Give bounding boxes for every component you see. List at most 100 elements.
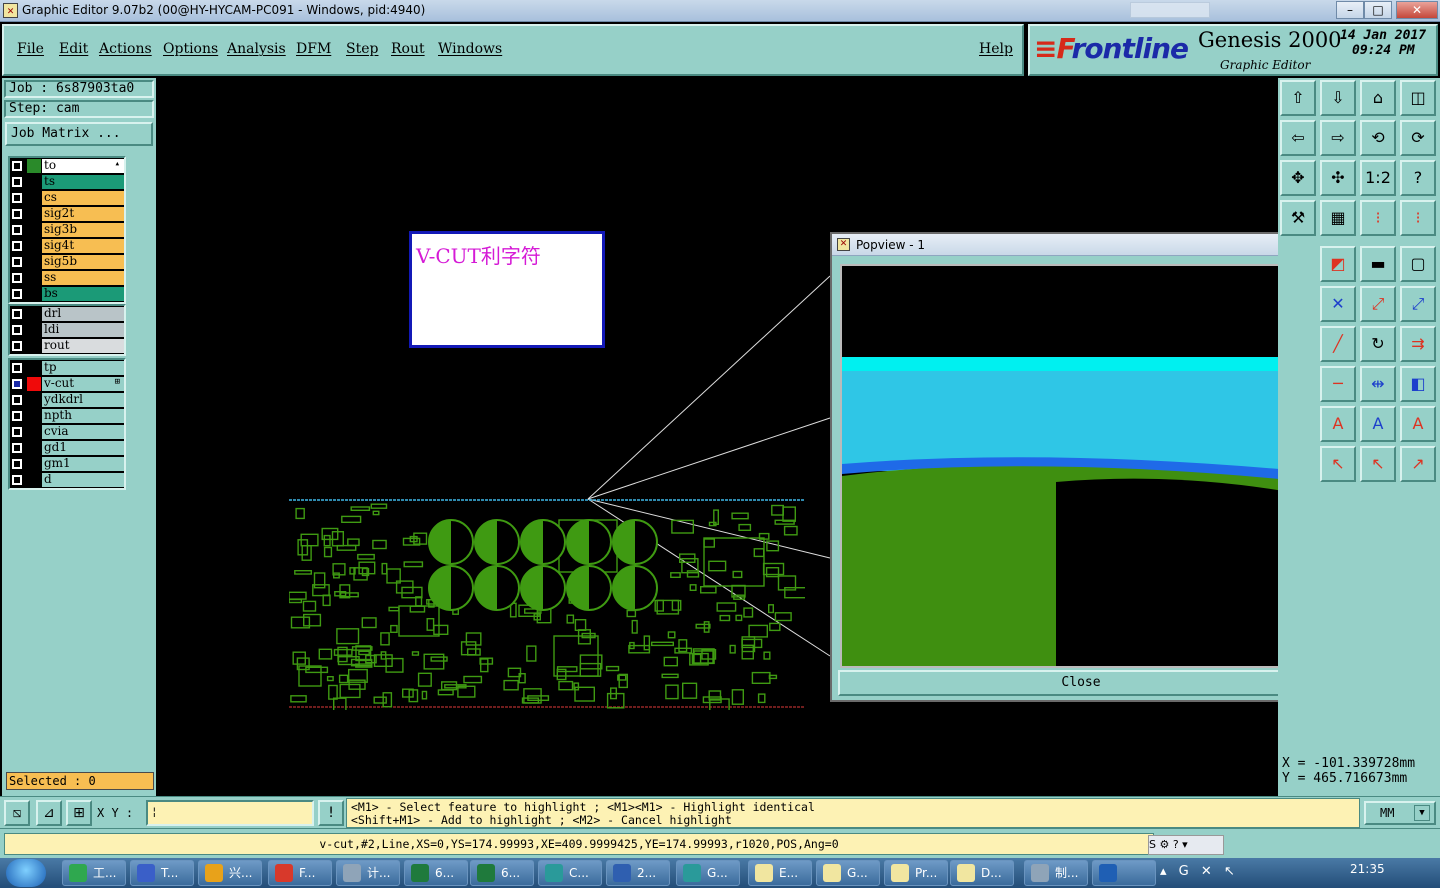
layer-row-to[interactable]: to ▴ xyxy=(10,158,124,174)
menu-dfm[interactable]: DFM xyxy=(296,41,331,57)
move-icon[interactable]: ✕ xyxy=(1320,286,1356,322)
layer-name[interactable]: sig3b xyxy=(42,223,124,237)
shapes-icon[interactable]: ◧ xyxy=(1400,366,1436,402)
layer-row-ts[interactable]: ts xyxy=(10,174,124,190)
arrow-a-icon[interactable]: A xyxy=(1320,406,1356,442)
menu-help[interactable]: Help xyxy=(979,41,1013,57)
help-icon[interactable]: ? xyxy=(1400,160,1436,196)
layer-color-swatch[interactable] xyxy=(27,393,41,407)
layer-color-swatch[interactable] xyxy=(27,207,41,221)
flip-icon[interactable]: ⇉ xyxy=(1400,326,1436,362)
menu-file[interactable]: File xyxy=(17,41,44,57)
resize-icon[interactable]: ⇹ xyxy=(1360,366,1396,402)
layer-name[interactable]: sig5b xyxy=(42,255,124,269)
layer-red2-icon[interactable]: ⁝ xyxy=(1400,200,1436,236)
menu-analysis[interactable]: Analysis xyxy=(227,41,286,57)
layer-color-swatch[interactable] xyxy=(27,287,41,301)
fit-icon[interactable]: ✥ xyxy=(1280,160,1316,196)
taskbar-item[interactable]: 6... xyxy=(470,860,534,886)
layer-color-swatch[interactable] xyxy=(27,271,41,285)
measure-icon[interactable]: ⊿ xyxy=(36,800,62,826)
layer-checkbox[interactable] xyxy=(12,325,22,335)
redo-zoom-icon[interactable]: ⟳ xyxy=(1400,120,1436,156)
layer-color-swatch[interactable] xyxy=(27,159,41,173)
layer-color-swatch[interactable] xyxy=(27,361,41,375)
layer-name[interactable]: d xyxy=(42,473,124,487)
layer-checkbox[interactable] xyxy=(12,475,22,485)
layer-name[interactable]: bs xyxy=(42,287,124,301)
layer-row-ydkdrl[interactable]: ydkdrl xyxy=(10,392,124,408)
hline-icon[interactable]: ─ xyxy=(1320,366,1356,402)
layer-name[interactable]: ydkdrl xyxy=(42,393,124,407)
layer-row-v-cut[interactable]: v-cut ⊞ xyxy=(10,376,124,392)
layer-checkbox[interactable] xyxy=(12,273,22,283)
layer-row-sig5b[interactable]: sig5b xyxy=(10,254,124,270)
maximize-button[interactable]: □ xyxy=(1364,1,1392,19)
ruler-icon[interactable]: ⚒ xyxy=(1280,200,1316,236)
cursor-icon[interactable]: ↖ xyxy=(1320,446,1356,482)
layer-color-swatch[interactable] xyxy=(27,323,41,337)
zoom-area-icon[interactable]: ⧅ xyxy=(4,800,30,826)
taskbar-item[interactable]: E... xyxy=(748,860,812,886)
arrow-c-icon[interactable]: A xyxy=(1400,406,1436,442)
layer-row-drl[interactable]: drl xyxy=(10,306,124,322)
layer-color-swatch[interactable] xyxy=(27,191,41,205)
layer-row-sig4t[interactable]: sig4t xyxy=(10,238,124,254)
grid-icon[interactable]: ⊞ xyxy=(66,800,92,826)
taskbar-item[interactable]: 兴... xyxy=(198,860,262,886)
minimize-button[interactable]: – xyxy=(1336,1,1364,19)
taskbar-item[interactable]: Pr... xyxy=(884,860,948,886)
alert-icon[interactable]: ! xyxy=(318,800,344,826)
layer-name[interactable]: tp xyxy=(42,361,124,375)
layer-name[interactable]: ss xyxy=(42,271,124,285)
layer-checkbox[interactable] xyxy=(12,341,22,351)
layer-name[interactable]: cvia xyxy=(42,425,124,439)
taskbar-item[interactable] xyxy=(1092,860,1156,886)
start-button[interactable] xyxy=(6,859,46,887)
layer-row-gm1[interactable]: gm1 xyxy=(10,456,124,472)
layer-checkbox[interactable] xyxy=(12,459,22,469)
menu-edit[interactable]: Edit xyxy=(59,41,88,57)
layer-row-gd1[interactable]: gd1 xyxy=(10,440,124,456)
close-window-button[interactable]: ✕ xyxy=(1396,1,1438,19)
home-icon[interactable]: ⌂ xyxy=(1360,80,1396,116)
menu-windows[interactable]: Windows xyxy=(438,41,502,57)
taskbar-item[interactable]: 制... xyxy=(1024,860,1088,886)
taskbar-item[interactable]: F... xyxy=(268,860,332,886)
menu-options[interactable]: Options xyxy=(163,41,218,57)
units-select[interactable]: MM ▼ xyxy=(1364,801,1436,825)
pan-left-icon[interactable]: ⇦ xyxy=(1280,120,1316,156)
rotate-icon[interactable]: ↻ xyxy=(1360,326,1396,362)
layer-color-swatch[interactable] xyxy=(27,175,41,189)
layer-color-swatch[interactable] xyxy=(27,239,41,253)
link2-icon[interactable]: ⤢ xyxy=(1400,286,1436,322)
taskbar-item[interactable]: 2... xyxy=(606,860,670,886)
layer-name[interactable]: cs xyxy=(42,191,124,205)
taskbar-item[interactable]: C... xyxy=(538,860,602,886)
cursor3-icon[interactable]: ↗ xyxy=(1400,446,1436,482)
layer-name[interactable]: sig2t xyxy=(42,207,124,221)
layer-name[interactable]: sig4t xyxy=(42,239,124,253)
layer-checkbox[interactable] xyxy=(12,411,22,421)
layer-checkbox[interactable] xyxy=(12,193,22,203)
layer-row-sig2t[interactable]: sig2t xyxy=(10,206,124,222)
split-view-icon[interactable]: ◫ xyxy=(1400,80,1436,116)
layer-name[interactable]: rout xyxy=(42,339,124,353)
layer-row-rout[interactable]: rout xyxy=(10,338,124,354)
taskbar-item[interactable]: D... xyxy=(950,860,1014,886)
select-box-icon[interactable]: ◩ xyxy=(1320,246,1356,282)
layer-checkbox[interactable] xyxy=(12,309,22,319)
layer-row-tp[interactable]: tp xyxy=(10,360,124,376)
layer-checkbox[interactable] xyxy=(12,225,22,235)
frame-icon[interactable]: ▢ xyxy=(1400,246,1436,282)
layer-checkbox[interactable] xyxy=(12,241,22,251)
layer-row-ldi[interactable]: ldi xyxy=(10,322,124,338)
layer-color-swatch[interactable] xyxy=(27,425,41,439)
arrow-b-icon[interactable]: A xyxy=(1360,406,1396,442)
layer-name[interactable]: ts xyxy=(42,175,124,189)
menu-step[interactable]: Step xyxy=(346,41,378,57)
popview-viewport[interactable] xyxy=(840,264,1288,668)
undo-zoom-icon[interactable]: ⟲ xyxy=(1360,120,1396,156)
layer-row-ss[interactable]: ss xyxy=(10,270,124,286)
layer-name[interactable]: npth xyxy=(42,409,124,423)
